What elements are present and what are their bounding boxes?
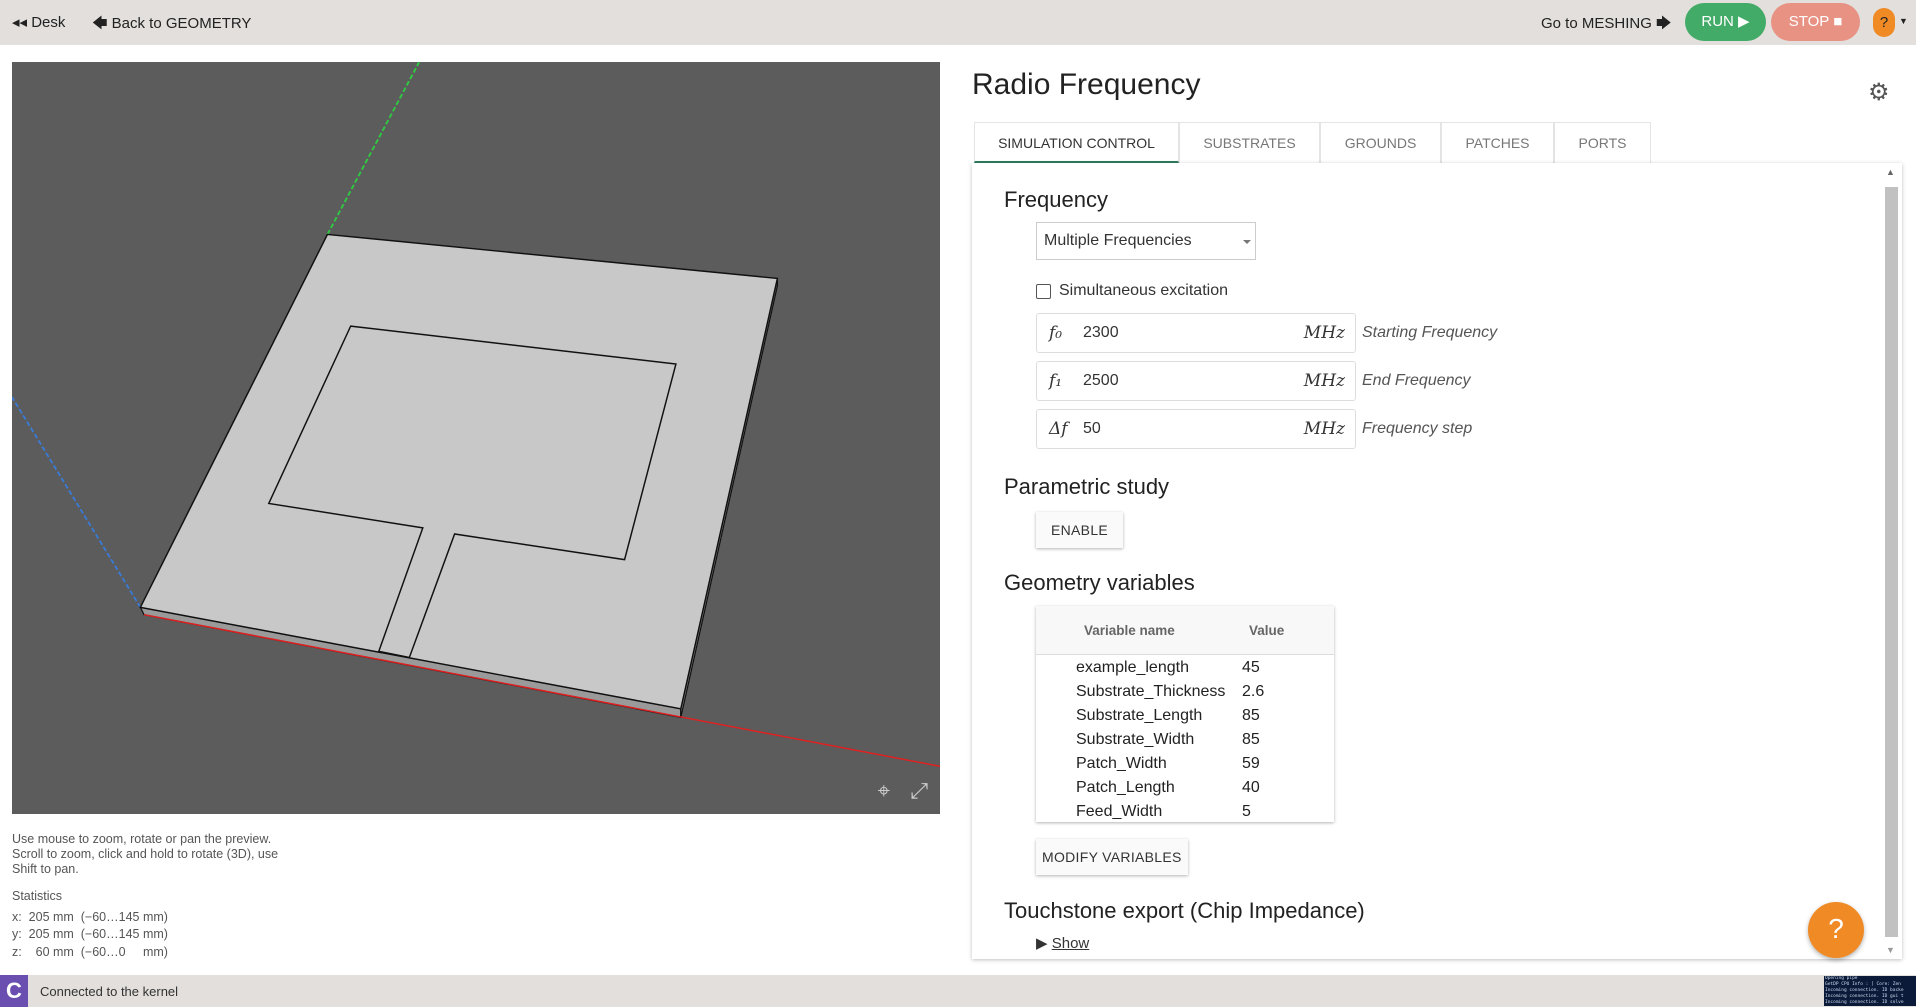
z-axis: [12, 396, 142, 608]
enable-parametric-button[interactable]: ENABLE: [1036, 512, 1124, 548]
start-frequency-input[interactable]: [1083, 324, 1283, 342]
status-bar: C Connected to the kernel Opening pipe G…: [0, 975, 1916, 1007]
tab-simulation-control[interactable]: SIMULATION CONTROL: [974, 122, 1179, 163]
variable-name: Feed_Width: [1076, 803, 1163, 820]
variable-name: Substrate_Length: [1076, 707, 1203, 724]
field-symbol: f₁: [1049, 371, 1063, 391]
scrollbar[interactable]: ▲ ▼: [1884, 167, 1898, 955]
top-bar: ◂◂ Desk 🡄 Back to GEOMETRY Go to MESHING…: [0, 0, 1916, 45]
table-row: Substrate_Thickness 2.6: [1036, 681, 1334, 705]
tab-patches[interactable]: PATCHES: [1441, 122, 1554, 163]
terminal-thumbnail[interactable]: Opening pipe GetDP CPU Info : [ Core: Ze…: [1824, 976, 1916, 1006]
variable-name: example_length: [1076, 659, 1189, 676]
frequency-step-label: Frequency step: [1362, 420, 1473, 437]
table-row: Patch_Length 40: [1036, 777, 1334, 801]
geometry-variables-heading: Geometry variables: [1004, 570, 1195, 595]
go-to-meshing-link[interactable]: Go to MESHING 🡆: [1541, 13, 1672, 38]
stop-button[interactable]: STOP ■: [1771, 3, 1860, 41]
end-frequency-input[interactable]: [1083, 372, 1283, 390]
tab-bar: SIMULATION CONTROL SUBSTRATES GROUNDS PA…: [974, 122, 1651, 163]
help-line: Use mouse to zoom, rotate or pan the pre…: [12, 832, 272, 846]
stat-y: y: 205 mm (−60…145 mm): [12, 927, 168, 941]
variable-value: 5: [1242, 803, 1251, 820]
column-value: Value: [1249, 623, 1285, 638]
stat-x: x: 205 mm (−60…145 mm): [12, 909, 168, 924]
checkbox[interactable]: [1036, 283, 1051, 299]
gear-icon[interactable]: ⚙: [1868, 78, 1890, 107]
variable-value: 45: [1242, 659, 1260, 676]
tab-grounds[interactable]: GROUNDS: [1320, 122, 1441, 163]
field-unit: MHz: [1303, 371, 1345, 391]
connection-status: Connected to the kernel: [40, 984, 179, 999]
tab-substrates[interactable]: SUBSTRATES: [1179, 122, 1320, 163]
table-header: Variable name Value: [1036, 606, 1334, 655]
tab-ports[interactable]: PORTS: [1554, 122, 1651, 163]
simulation-control-panel: Frequency Multiple Frequencies Simultane…: [972, 163, 1902, 959]
page-title: Radio Frequency: [972, 68, 1201, 101]
table-row: Substrate_Width 85: [1036, 729, 1334, 753]
end-frequency-label: End Frequency: [1362, 372, 1471, 389]
statistics: Statistics x: 205 mm (−60…145 mm) y: 205…: [12, 888, 168, 961]
back-to-geometry-link[interactable]: 🡄 Back to GEOMETRY: [92, 13, 251, 38]
app-logo: C: [0, 975, 28, 1007]
variable-value: 85: [1242, 731, 1260, 748]
variable-name: Patch_Length: [1076, 779, 1175, 796]
help-menu-button[interactable]: ?: [1873, 8, 1895, 37]
simultaneous-excitation-checkbox[interactable]: Simultaneous excitation: [1036, 282, 1228, 300]
geometry-model: [12, 62, 940, 768]
help-line: Shift to pan.: [12, 862, 79, 876]
caret-right-icon: ▶: [1036, 935, 1048, 952]
frequency-heading: Frequency: [1004, 187, 1108, 212]
table-row: Patch_Width 59: [1036, 753, 1334, 777]
variable-value: 2.6: [1242, 683, 1265, 700]
variable-value: 59: [1242, 755, 1260, 772]
variable-value: 40: [1242, 779, 1260, 796]
statistics-label: Statistics: [12, 889, 63, 903]
field-symbol: Δf: [1049, 419, 1068, 439]
table-row: example_length 45: [1036, 657, 1334, 681]
table-row: Substrate_Length 85: [1036, 705, 1334, 729]
chevron-down-icon[interactable]: ▼: [1899, 16, 1908, 26]
y-axis: [326, 62, 420, 235]
variable-name: Substrate_Thickness: [1076, 683, 1226, 700]
show-link[interactable]: Show: [1052, 935, 1090, 952]
scroll-down-icon[interactable]: ▼: [1886, 945, 1895, 955]
start-frequency-label: Starting Frequency: [1362, 324, 1498, 341]
variable-name: Patch_Width: [1076, 755, 1167, 772]
variable-name: Substrate_Width: [1076, 731, 1195, 748]
start-frequency-field[interactable]: f₀ MHz: [1036, 313, 1356, 353]
checkbox-label: Simultaneous excitation: [1059, 282, 1228, 299]
frequency-step-input[interactable]: [1083, 420, 1283, 438]
fullscreen-icon[interactable]: ⤢: [910, 778, 928, 804]
terminal-line: Incoming connection. ID solve: [1825, 1000, 1904, 1005]
field-unit: MHz: [1303, 323, 1345, 343]
focus-icon[interactable]: ⌖: [878, 778, 890, 804]
question-bubble-icon: ?: [1828, 913, 1844, 944]
frequency-step-field[interactable]: Δf MHz: [1036, 409, 1356, 449]
desk-link[interactable]: ◂◂ Desk: [12, 13, 65, 31]
variable-value: 85: [1242, 707, 1260, 724]
help-line: Scroll to zoom, click and hold to rotate…: [12, 847, 279, 861]
geometry-variables-table: Variable name Value example_length 45 Subs…: [1036, 606, 1334, 822]
help-chat-button[interactable]: ?: [1808, 902, 1864, 958]
column-variable-name: Variable name: [1084, 623, 1175, 638]
run-button[interactable]: RUN ▶: [1685, 3, 1766, 41]
touchstone-export-heading: Touchstone export (Chip Impedance): [1004, 898, 1365, 923]
field-symbol: f₀: [1049, 323, 1063, 343]
3d-preview-viewport[interactable]: ⌖ ⤢: [12, 62, 940, 814]
stat-z: z: 60 mm (−60…0 mm): [12, 944, 168, 959]
frequency-mode-select[interactable]: Multiple Frequencies: [1036, 222, 1256, 260]
parametric-study-heading: Parametric study: [1004, 474, 1170, 499]
end-frequency-field[interactable]: f₁ MHz: [1036, 361, 1356, 401]
touchstone-show-toggle[interactable]: ▶ Show: [1036, 934, 1089, 952]
table-row: Feed_Width 5: [1036, 801, 1334, 825]
substrate-top: [139, 233, 779, 710]
scroll-up-icon[interactable]: ▲: [1886, 167, 1895, 177]
viewport-help: Use mouse to zoom, rotate or pan the pre…: [12, 832, 278, 877]
field-unit: MHz: [1303, 419, 1345, 439]
modify-variables-button[interactable]: MODIFY VARIABLES: [1036, 839, 1188, 875]
scrollbar-thumb[interactable]: [1885, 187, 1898, 937]
